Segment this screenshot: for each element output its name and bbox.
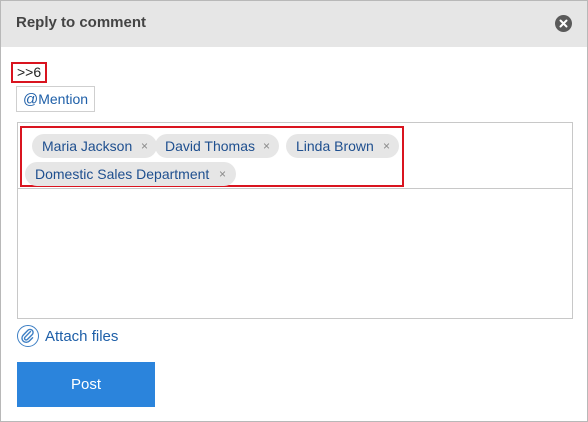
mention-tag: Linda Brown ×	[286, 134, 399, 158]
mention-button[interactable]: @Mention	[16, 86, 96, 112]
at-icon: @	[23, 91, 39, 108]
mention-tag-label: Domestic Sales Department	[35, 166, 210, 182]
mention-recipients-area[interactable]: Maria Jackson × David Thomas × Linda Bro…	[17, 122, 573, 188]
comment-text-area[interactable]	[17, 188, 573, 319]
dialog-title: Reply to comment	[16, 14, 147, 31]
reply-dialog: Reply to comment >>6 @Mention Maria Jack…	[0, 0, 588, 422]
dialog-header: Reply to comment	[1, 1, 587, 47]
mention-tag: Domestic Sales Department ×	[25, 162, 236, 186]
paperclip-icon	[17, 325, 39, 347]
mention-tag-label: Maria Jackson	[42, 138, 133, 154]
mention-button-label: Mention	[38, 91, 89, 107]
mention-tags-highlight: Maria Jackson × David Thomas × Linda Bro…	[20, 126, 404, 187]
mention-tag: David Thomas ×	[155, 134, 279, 158]
remove-mention-icon[interactable]: ×	[219, 162, 226, 186]
close-icon[interactable]	[555, 15, 572, 32]
mention-tag: Maria Jackson ×	[32, 134, 157, 158]
reply-reference: >>6	[11, 62, 48, 83]
remove-mention-icon[interactable]: ×	[383, 134, 390, 158]
post-button[interactable]: Post	[17, 362, 155, 407]
mention-tag-label: Linda Brown	[296, 138, 374, 154]
remove-mention-icon[interactable]: ×	[141, 134, 148, 158]
remove-mention-icon[interactable]: ×	[263, 134, 270, 158]
mention-tag-label: David Thomas	[165, 138, 256, 154]
attach-files-label: Attach files	[45, 328, 119, 345]
